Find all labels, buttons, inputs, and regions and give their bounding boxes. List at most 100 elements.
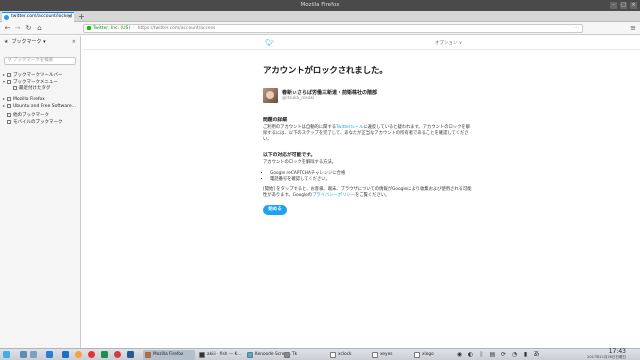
bookmarks-sidebar: ★ ブックマーク ▾ × ⚲ ブックマークを検索 ▸ ブックマークツールバー ▾ ブック… [0, 36, 81, 348]
firefox-launcher-icon[interactable] [75, 351, 82, 358]
sidebar-item-label: 他のブックマーク [13, 113, 49, 118]
sidebar-header[interactable]: ★ ブックマーク ▾ × [0, 36, 80, 48]
maximize-icon[interactable]: □ [620, 2, 627, 9]
secure-lock-icon[interactable] [87, 25, 91, 30]
taskbar-task[interactable]: Kenoode Scree... [245, 350, 291, 360]
task-label: xeyes [380, 352, 393, 357]
twitter-bird-icon[interactable]: 🐦︎ [265, 39, 274, 47]
folder-icon [13, 85, 17, 90]
taskbar-task[interactable]: xlogo [412, 350, 448, 360]
page-title: アカウントがロックされました。 [263, 66, 388, 76]
list-item: 電話番号を確認してください。 [270, 177, 473, 183]
app-launcher-icon[interactable] [114, 351, 121, 358]
url-bar[interactable]: Twitter, Inc. (US) | https://twitter.com/a… [83, 24, 583, 33]
sidebar-title: ブックマーク [11, 39, 42, 45]
sidebar-item-bookmark-folder[interactable]: ▸ Ubuntu and Free Software... [0, 102, 80, 109]
chrome-launcher-icon[interactable] [88, 351, 95, 358]
details-text-a: ご利用のアカウントは自動的に関する [263, 125, 337, 130]
folder-icon [7, 112, 11, 117]
task-app-icon [145, 352, 151, 358]
sidebar-item-bookmark-folder[interactable]: ▾ ブックマークメニュー [0, 78, 80, 85]
clock[interactable]: 17:43 2017年11月26日日曜日 [587, 349, 626, 360]
account-card: 春新ぃさらば労働三新道・前衛株社の階部 @itsuka_rosaki [263, 88, 473, 104]
folder-icon [7, 72, 11, 77]
close-tab-icon[interactable]: × [68, 13, 72, 21]
input-method-icon[interactable]: あ [533, 351, 540, 358]
task-app-icon [330, 352, 336, 358]
file-manager-icon[interactable] [62, 351, 69, 358]
folder-icon [7, 79, 11, 84]
battery-icon[interactable]: ▮ [522, 351, 529, 358]
new-tab-button[interactable]: + [78, 12, 85, 21]
navigation-bar: ← → ↻ ⌂ Twitter, Inc. (US) | https://twitt… [0, 22, 640, 35]
taskbar-task[interactable]: Mozilla Firefox [143, 350, 195, 360]
actions-heading: 以下の対応が可能です。 [263, 153, 316, 158]
url-text: https://twitter.com/account/access [137, 26, 216, 31]
twitter-header: 🐦︎ オプション ∨ [82, 36, 640, 50]
volume-icon[interactable]: ◐ [467, 351, 474, 358]
updates-icon[interactable]: ⟳ [500, 351, 507, 358]
search-icon: ⚲ [8, 58, 12, 63]
avatar [263, 88, 278, 103]
network-icon[interactable]: ◉ [456, 351, 463, 358]
tab-twitter[interactable]: twitter.com/account/locked × [2, 12, 74, 22]
options-menu[interactable]: オプション ∨ [435, 40, 462, 46]
window-title: Mozilla Firefox [300, 2, 340, 8]
sidebar-item-label: Ubuntu and Free Software... [13, 104, 76, 109]
close-window-icon[interactable]: × [630, 2, 637, 9]
desktop-pager-icon[interactable] [20, 351, 27, 358]
url-separator: | [133, 26, 135, 31]
sidebar-item-bookmark-folder[interactable]: ▸ Mozilla Firefox [0, 95, 80, 102]
task-app-icon [284, 352, 290, 358]
folder-icon [7, 119, 11, 124]
taskbar-task[interactable]: Tk [282, 350, 304, 360]
sidebar-item-bookmark-folder[interactable]: 最近付けたタグ [0, 85, 80, 92]
sidebar-item-bookmark-folder[interactable]: 他のブックマーク [0, 112, 80, 119]
back-arrow-icon[interactable]: ← [3, 24, 12, 33]
forward-arrow-icon[interactable]: → [13, 24, 22, 33]
task-app-icon [372, 352, 378, 358]
task-label: xclock [338, 352, 352, 357]
desktop-pager-icon[interactable] [30, 351, 37, 358]
task-label: Mozilla Firefox [153, 352, 184, 357]
star-icon: ★ [4, 39, 9, 45]
privacy-policy-link[interactable]: プライバシーポリシー [312, 193, 355, 198]
privacy-notice: [開始] をタップすると、お客様、端末、ブラウザについての情報がGoogleによ… [263, 187, 473, 199]
task-label: xlogo [422, 352, 434, 357]
twitter-favicon-icon [4, 14, 9, 20]
account-handle: @itsuka_rosaki [282, 96, 315, 101]
page-content: 🐦︎ オプション ∨ アカウントがロックされました。 春新ぃさらば労働三新道・前… [82, 36, 640, 348]
twitter-rules-link[interactable]: Twitterルール [336, 125, 363, 130]
bookmark-search-input[interactable]: ⚲ ブックマークを検索 [4, 57, 76, 65]
account-name: 春新ぃさらば労働三新道・前衛株社の階部 [282, 90, 378, 96]
notifications-icon[interactable]: ◔ [511, 351, 518, 358]
terminal-launcher-icon[interactable] [101, 351, 108, 358]
task-app-icon [199, 352, 205, 358]
hamburger-menu-icon[interactable]: ≡ [630, 24, 636, 33]
steps-list: Google reCAPTCHAチャレンジに合格 電話番号を確認してください。 [270, 171, 473, 182]
start-button[interactable]: 始める [263, 205, 287, 215]
taskbar-task[interactable]: xeyes [370, 350, 408, 360]
site-identity: Twitter, Inc. (US) [93, 26, 131, 31]
clock-date: 2017年11月26日日曜日 [587, 355, 626, 359]
bookmark-tree: ▸ ブックマークツールバー ▾ ブックマークメニュー 最近付けたタグ ▸ Mozilla F… [0, 71, 80, 126]
tab-strip: twitter.com/account/locked × + [0, 11, 640, 22]
minimize-icon[interactable]: – [610, 2, 617, 9]
details-heading: 問題の詳細 [263, 118, 287, 123]
taskbar-task[interactable]: akiii · fish — K... [197, 350, 243, 360]
sidebar-item-label: 最近付けたタグ [19, 86, 51, 91]
show-desktop-icon[interactable] [46, 351, 53, 358]
sidebar-item-bookmark-folder[interactable]: ▸ ブックマークツールバー [0, 71, 80, 78]
bluetooth-icon[interactable]: ᛒ [478, 351, 485, 358]
home-icon[interactable]: ⌂ [35, 24, 44, 33]
app-launcher-icon[interactable] [3, 351, 10, 358]
folder-icon [7, 103, 11, 108]
task-label: akiii · fish — K... [207, 352, 242, 357]
page-actions-icon[interactable]: ··· [574, 25, 579, 32]
reload-icon[interactable]: ↻ [24, 24, 33, 33]
app-launcher-icon[interactable] [127, 351, 134, 358]
sidebar-item-bookmark-folder[interactable]: モバイルのブックマーク [0, 119, 80, 126]
clipboard-icon[interactable]: ▤ [489, 351, 496, 358]
close-sidebar-icon[interactable]: × [72, 36, 76, 48]
taskbar-task[interactable]: xclock [328, 350, 366, 360]
